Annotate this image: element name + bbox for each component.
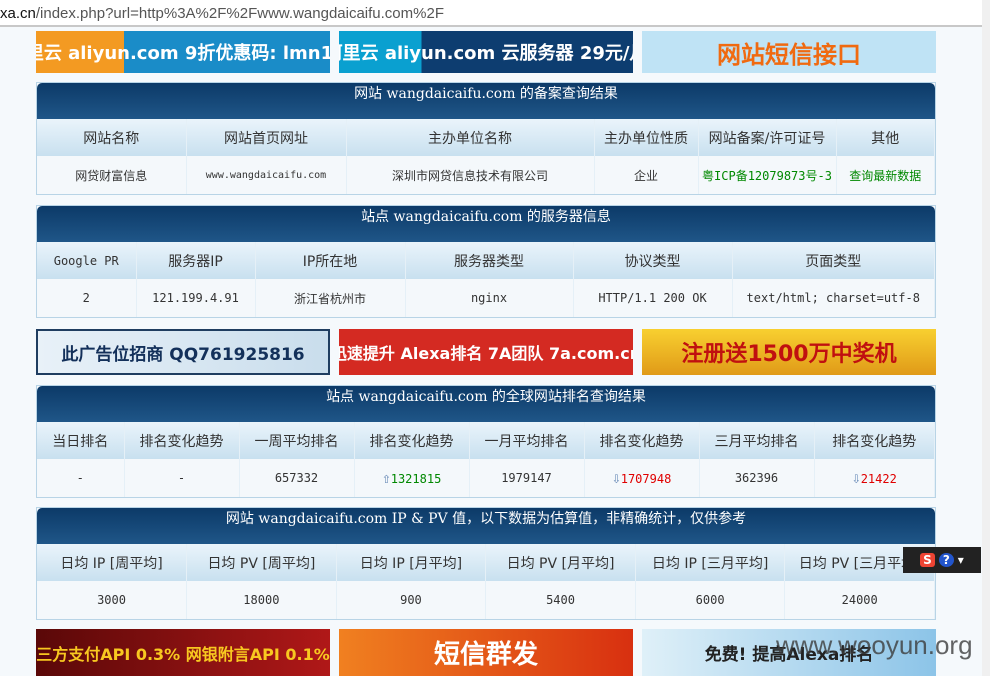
- ad-space-banner[interactable]: 此广告位招商 QQ761925816: [36, 329, 330, 375]
- col-header: 日均 IP [三月平均]: [635, 544, 786, 581]
- week-trend: ⇧1321815: [354, 459, 470, 497]
- three-month-trend: ⇩21422: [814, 459, 935, 497]
- site-name: 网贷财富信息: [37, 156, 187, 194]
- col-header: 日均 PV [月平均]: [485, 544, 636, 581]
- col-header: 排名变化趋势: [814, 422, 935, 459]
- pv-month: 5400: [485, 581, 636, 619]
- col-header: 日均 PV [周平均]: [186, 544, 337, 581]
- month-avg-rank: 1979147: [469, 459, 585, 497]
- daily-rank: -: [37, 459, 125, 497]
- col-header: 主办单位性质: [594, 119, 699, 156]
- icp-title: 网站 wangdaicaifu.com 的备案查询结果: [37, 83, 935, 119]
- alexa-rank-banner[interactable]: 迅速提升 Alexa排名 7A团队 7a.com.cn: [339, 329, 633, 375]
- col-header: 服务器类型: [405, 242, 574, 279]
- col-header: 网站首页网址: [186, 119, 347, 156]
- server-type: nginx: [405, 279, 574, 317]
- server-panel: 站点 wangdaicaifu.com 的服务器信息 Google PR 服务器I…: [36, 205, 936, 318]
- col-header: 一周平均排名: [239, 422, 355, 459]
- col-header: 协议类型: [573, 242, 733, 279]
- scrollbar[interactable]: [982, 0, 990, 676]
- server-ip: 121.199.4.91: [136, 279, 256, 317]
- mid-banner-row: 此广告位招商 QQ761925816 迅速提升 Alexa排名 7A团队 7a.…: [36, 329, 936, 375]
- col-header: 网站备案/许可证号: [698, 119, 837, 156]
- aliyun-coupon-banner[interactable]: 阿里云 aliyun.com 9折优惠码: lmn111: [36, 31, 330, 73]
- col-header: 服务器IP: [136, 242, 256, 279]
- floating-toolbar[interactable]: S ? ▾: [903, 547, 981, 573]
- week-avg-rank: 657332: [239, 459, 355, 497]
- payment-api-banner[interactable]: 三方支付API 0.3% 网银附言API 0.1%: [36, 629, 330, 676]
- col-header: 一月平均排名: [469, 422, 585, 459]
- col-header: Google PR: [37, 242, 137, 279]
- organizer: 深圳市网贷信息技术有限公司: [346, 156, 595, 194]
- lottery-banner[interactable]: 注册送1500万中奖机: [642, 329, 936, 375]
- top-banner-row: 阿里云 aliyun.com 9折优惠码: lmn111 阿里云 aliyun.…: [36, 31, 936, 73]
- col-header: 当日排名: [37, 422, 125, 459]
- ip-month: 900: [336, 581, 487, 619]
- col-header: 其他: [836, 119, 935, 156]
- sms-api-banner[interactable]: 网站短信接口: [642, 31, 936, 73]
- table-row: - -657332 ⇧1321815 1979147 ⇩1707948 36239…: [37, 459, 935, 497]
- icp-panel: 网站 wangdaicaifu.com 的备案查询结果 网站名称 网站首页网址 主办…: [36, 82, 936, 195]
- server-title: 站点 wangdaicaifu.com 的服务器信息: [37, 206, 935, 242]
- col-header: 日均 IP [周平均]: [37, 544, 188, 581]
- address-bar[interactable]: xa.cn/index.php?url=http%3A%2F%2Fwww.wan…: [0, 0, 990, 27]
- organizer-type: 企业: [594, 156, 699, 194]
- col-header: IP所在地: [255, 242, 406, 279]
- query-latest-link[interactable]: 查询最新数据: [836, 156, 935, 194]
- col-header: 页面类型: [732, 242, 935, 279]
- table-row: 网贷财富信息 www.wangdaicaifu.com 深圳市网贷信息技术有限公司企…: [37, 156, 935, 194]
- address-host: xa.cn: [0, 5, 36, 22]
- address-path: /index.php?url=http%3A%2F%2Fwww.wangdaic…: [35, 5, 444, 22]
- ip-week: 3000: [37, 581, 188, 619]
- traffic-panel: 网站 wangdaicaifu.com IP & PV 值，以下数据为估算值，非…: [36, 507, 936, 620]
- watermark: www.wooyun.org: [776, 630, 973, 660]
- month-trend: ⇩1707948: [584, 459, 700, 497]
- up-arrow-icon: ⇧: [381, 469, 391, 487]
- col-header: 日均 IP [月平均]: [336, 544, 487, 581]
- sogou-icon[interactable]: S: [920, 553, 935, 567]
- col-header: 网站名称: [37, 119, 187, 156]
- three-month-avg-rank: 362396: [699, 459, 815, 497]
- col-header: 排名变化趋势: [354, 422, 470, 459]
- google-pr: 2: [37, 279, 137, 317]
- content-type: text/html; charset=utf-8: [732, 279, 935, 317]
- icp-license-link[interactable]: 粤ICP备12079873号-3: [698, 156, 837, 194]
- pv-3month: 24000: [784, 581, 935, 619]
- col-header: 排名变化趋势: [124, 422, 240, 459]
- col-header: 排名变化趋势: [584, 422, 700, 459]
- down-arrow-icon: ⇩: [851, 469, 861, 487]
- daily-trend: -: [124, 459, 240, 497]
- table-row: 2 121.199.4.91 浙江省杭州市 nginx HTTP/1.1 200 OK t…: [37, 279, 935, 317]
- rank-panel: 站点 wangdaicaifu.com 的全球网站排名查询结果 当日排名 排名变化…: [36, 385, 936, 498]
- pv-week: 18000: [186, 581, 337, 619]
- dropdown-icon[interactable]: ▾: [958, 553, 964, 567]
- sms-mass-banner[interactable]: 短信群发: [339, 629, 633, 676]
- col-header: 三月平均排名: [699, 422, 815, 459]
- table-row: 3000 18000 900 5400 6000 24000: [37, 581, 935, 619]
- protocol: HTTP/1.1 200 OK: [573, 279, 733, 317]
- ip-location: 浙江省杭州市: [255, 279, 406, 317]
- help-icon[interactable]: ?: [938, 553, 954, 567]
- down-arrow-icon: ⇩: [611, 469, 621, 487]
- rank-title: 站点 wangdaicaifu.com 的全球网站排名查询结果: [37, 386, 935, 422]
- col-header: 主办单位名称: [346, 119, 595, 156]
- site-url: www.wangdaicaifu.com: [186, 156, 347, 194]
- ip-3month: 6000: [635, 581, 786, 619]
- traffic-title: 网站 wangdaicaifu.com IP & PV 值，以下数据为估算值，非…: [37, 508, 935, 544]
- aliyun-server-banner[interactable]: 阿里云 aliyun.com 云服务器 29元/月: [339, 31, 633, 73]
